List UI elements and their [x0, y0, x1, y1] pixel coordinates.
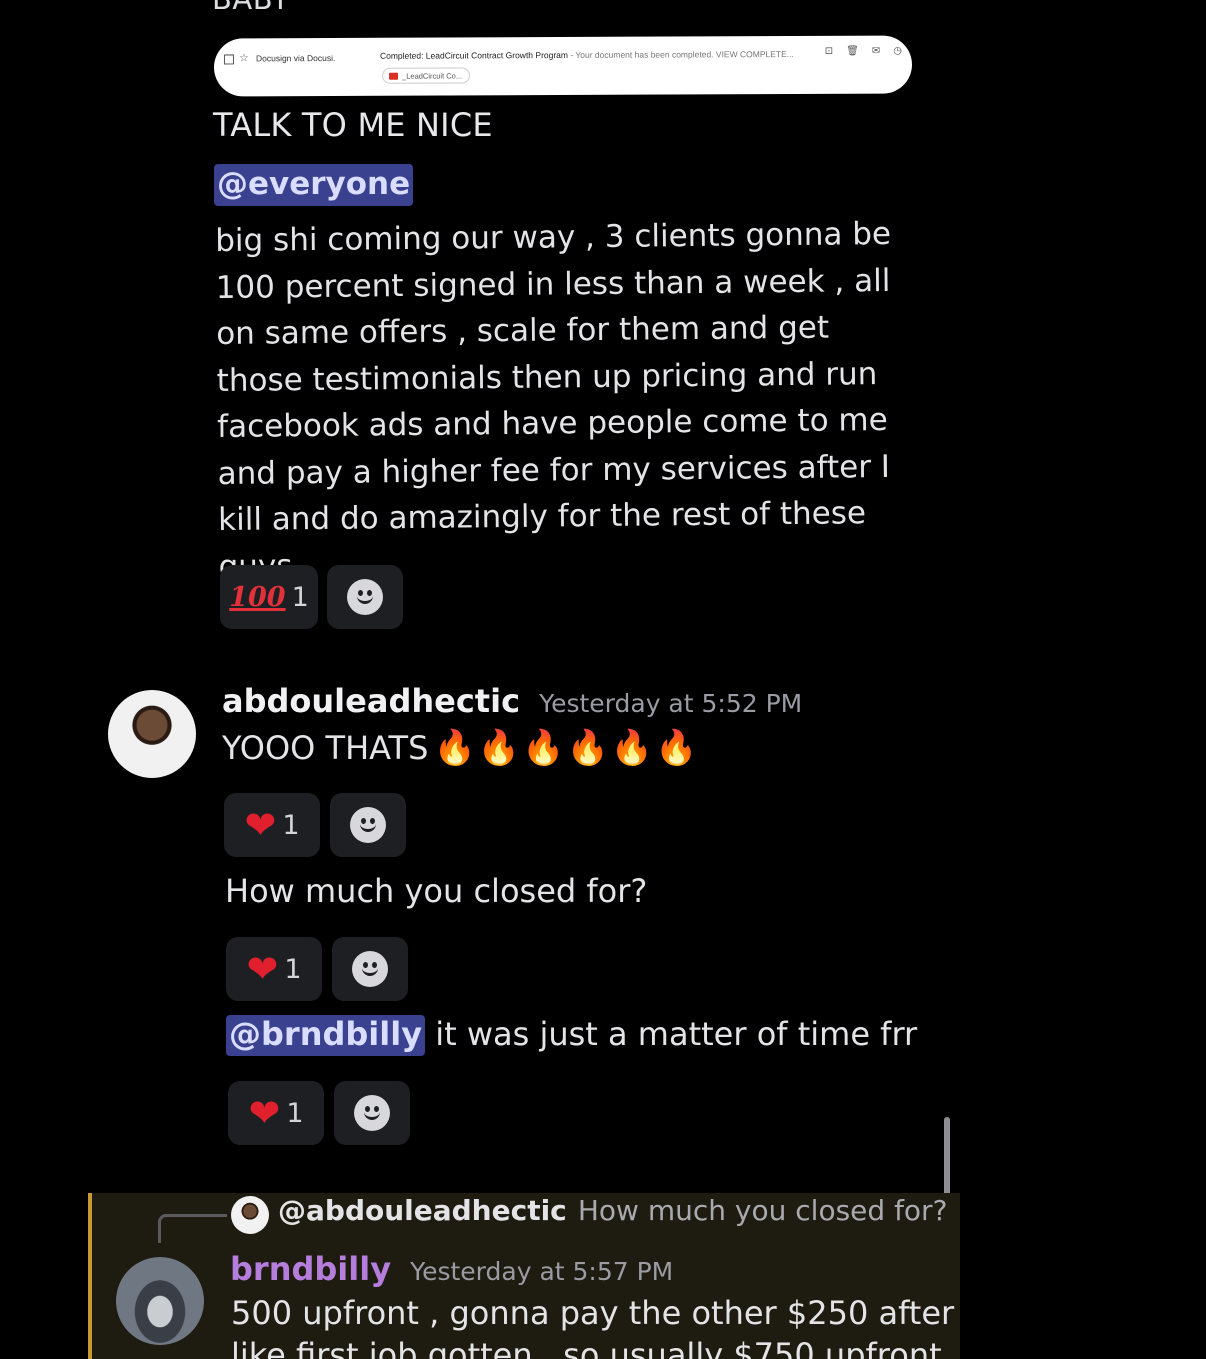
timestamp: Yesterday at 5:52 PM	[539, 689, 803, 718]
message-header: abdouleadhectic Yesterday at 5:52 PM	[222, 682, 802, 720]
mail-icon: ✉	[871, 45, 881, 57]
reaction-100[interactable]: 100 1	[220, 565, 318, 629]
username[interactable]: abdouleadhectic	[222, 682, 520, 720]
checkbox-icon	[223, 54, 234, 65]
announcement-text: big shi coming our way , 3 clients gonna…	[215, 215, 892, 585]
reaction-heart[interactable]: ❤ 1	[228, 1081, 324, 1145]
attachment-chip: _LeadCircuit Co...	[382, 67, 471, 84]
reaction-count: 1	[291, 581, 309, 613]
reaction-count: 1	[286, 1097, 304, 1129]
trash-icon: 🗑	[846, 45, 859, 57]
clock-icon: ◷	[893, 45, 902, 57]
reaction-count: 1	[284, 953, 302, 985]
heart-icon: ❤	[248, 1091, 281, 1135]
email-actions: ⊡ 🗑 ✉ ◷	[825, 46, 902, 57]
star-icon: ☆	[238, 52, 249, 65]
smiley-icon	[350, 807, 386, 843]
username[interactable]: brndbilly	[230, 1250, 391, 1288]
reply-username: @abdouleadhectic	[278, 1194, 567, 1227]
avatar[interactable]	[108, 690, 196, 778]
chat-view: BABY ☆ Docusign via Docusi. Completed: L…	[0, 0, 1206, 1359]
reply-connector	[158, 1214, 227, 1243]
smiley-icon	[347, 579, 383, 615]
timestamp: Yesterday at 5:57 PM	[410, 1257, 674, 1286]
reaction-count: 1	[282, 809, 300, 841]
heart-icon: ❤	[246, 947, 279, 991]
email-sender: Docusign via Docusi.	[255, 52, 336, 64]
email-snippet: - Your document has been completed. VIEW…	[567, 48, 794, 60]
reply-preview: How much you closed for?	[577, 1194, 948, 1227]
email-subject: Completed: LeadCircuit Contract Growth P…	[380, 49, 794, 61]
email-subject-text: Completed: LeadCircuit Contract Growth P…	[379, 49, 569, 61]
message-title: TALK TO ME NICE	[213, 106, 493, 144]
message-text: YOOO THATS	[222, 729, 429, 767]
attachment-name: _LeadCircuit Co...	[402, 70, 463, 81]
message-text: it was just a matter of time frr	[425, 1015, 918, 1053]
archive-icon: ⊡	[824, 45, 834, 57]
reply-avatar	[231, 1196, 269, 1234]
reply-reference[interactable]: @abdouleadhectic How much you closed for…	[278, 1194, 947, 1227]
reaction-heart[interactable]: ❤ 1	[226, 937, 322, 1001]
pdf-icon	[389, 72, 399, 80]
message-header: brndbilly Yesterday at 5:57 PM	[230, 1250, 673, 1288]
previous-message-caption: BABY	[212, 0, 290, 16]
add-reaction-button[interactable]	[332, 937, 408, 1001]
message-text: like first job gotten , so usually $750 …	[231, 1336, 942, 1359]
heart-icon: ❤	[244, 803, 277, 847]
user-mention[interactable]: @brndbilly	[226, 1015, 426, 1056]
email-embed-image[interactable]: ☆ Docusign via Docusi. Completed: LeadCi…	[213, 35, 913, 97]
add-reaction-button[interactable]	[330, 793, 406, 857]
message-text: How much you closed for?	[225, 872, 648, 910]
smiley-icon	[352, 951, 388, 987]
message-line: @brndbilly it was just a matter of time …	[226, 1015, 918, 1056]
message-line: YOOO THATS 🔥🔥🔥🔥🔥🔥	[222, 728, 700, 768]
hundred-points-icon: 100	[229, 581, 286, 613]
fire-emojis: 🔥🔥🔥🔥🔥🔥	[433, 728, 700, 768]
add-reaction-button[interactable]	[327, 565, 403, 629]
reaction-heart[interactable]: ❤ 1	[224, 793, 320, 857]
add-reaction-button[interactable]	[334, 1081, 410, 1145]
smiley-icon	[354, 1095, 390, 1131]
everyone-mention[interactable]: @everyone	[214, 164, 414, 206]
avatar[interactable]	[116, 1257, 204, 1345]
message-text: 500 upfront , gonna pay the other $250 a…	[231, 1294, 955, 1332]
